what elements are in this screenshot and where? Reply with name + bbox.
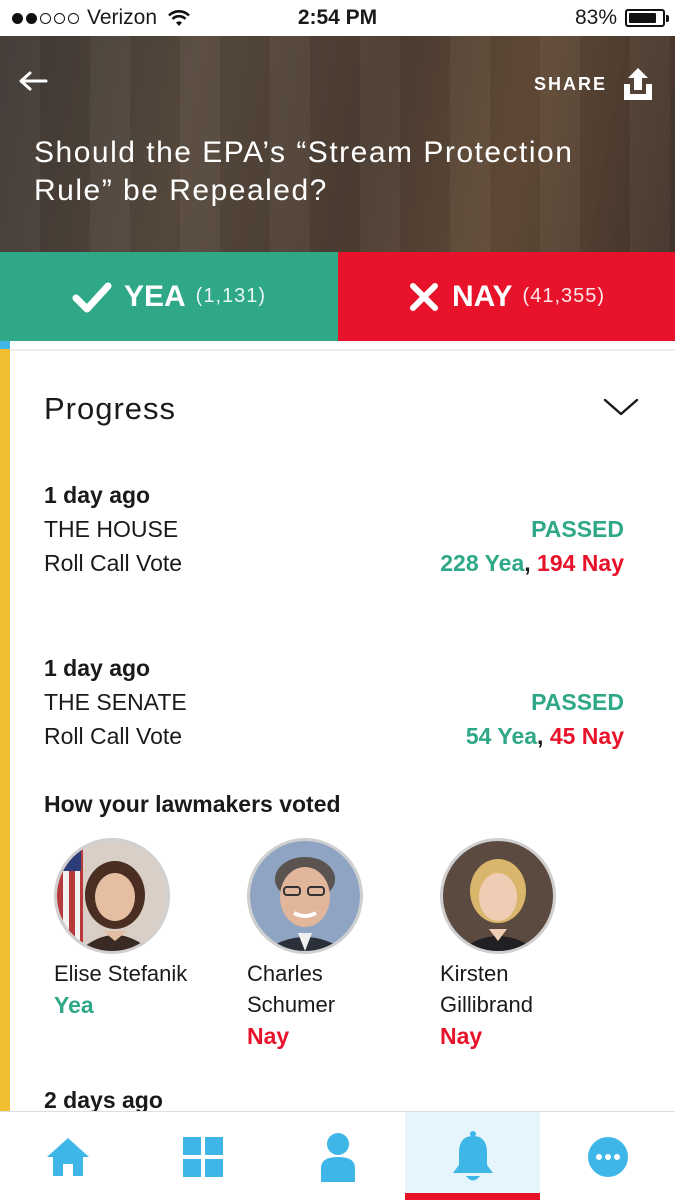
event-vote-tally[interactable]: 54 Yea, 45 Nay <box>466 723 624 750</box>
lawmaker-card[interactable]: Elise Stefanik Yea <box>54 838 234 1021</box>
progress-section: Progress 1 day ago THE HOUSE PASSED Roll… <box>0 341 675 1111</box>
lawmaker-vote: Nay <box>440 1023 483 1049</box>
event-status: PASSED <box>531 688 624 715</box>
tally-nay: 45 Nay <box>549 722 624 749</box>
avatar <box>54 838 170 954</box>
avatar <box>440 838 556 954</box>
share-upload-icon <box>624 68 652 100</box>
avatar <box>247 838 363 954</box>
vote-bar: YEA (1,131) NAY (41,355) <box>0 252 675 341</box>
tab-more[interactable] <box>540 1112 675 1200</box>
nay-count: (41,355) <box>522 285 606 307</box>
battery-percent: 83% <box>574 6 617 29</box>
lawmaker-card[interactable]: Kirsten Gillibrand Nay <box>440 838 620 1052</box>
bottom-tab-bar <box>0 1111 675 1200</box>
collapse-toggle[interactable] <box>603 397 639 422</box>
lawmaker-last-name: Gillibrand <box>440 992 533 1017</box>
tab-notifications[interactable] <box>405 1112 540 1200</box>
chevron-down-icon <box>603 398 639 416</box>
yea-count: (1,131) <box>195 285 267 307</box>
lawmaker-name: Charles Schumer <box>247 958 427 1020</box>
bill-header: SHARE Should the EPA’s “Stream Protectio… <box>0 36 675 252</box>
lawmaker-vote: Nay <box>247 1023 290 1049</box>
home-icon <box>46 1137 89 1176</box>
event-status: PASSED <box>531 515 624 542</box>
tally-yea: 228 Yea <box>440 549 525 576</box>
tab-browse[interactable] <box>135 1112 270 1200</box>
checkmark-icon <box>72 282 112 312</box>
vote-yea-button[interactable]: YEA (1,131) <box>0 252 338 341</box>
share-button[interactable]: SHARE <box>534 66 655 102</box>
more-icon <box>587 1136 628 1177</box>
lawmaker-first-name: Kirsten <box>440 961 509 986</box>
tab-profile[interactable] <box>270 1112 405 1200</box>
event-time: 1 day ago <box>44 654 151 681</box>
event-time: 2 days ago <box>44 1087 163 1111</box>
lawmaker-last-name: Schumer <box>247 992 336 1017</box>
progress-event-house: 1 day ago THE HOUSE PASSED Roll Call Vot… <box>44 478 624 580</box>
bill-title: Should the EPA’s “Stream Protection Rule… <box>34 136 574 207</box>
tally-nay: 194 Nay <box>537 549 624 576</box>
back-arrow-icon <box>19 71 48 91</box>
divider <box>10 349 675 351</box>
progress-event-senate: 1 day ago THE SENATE PASSED Roll Call Vo… <box>44 651 624 753</box>
person-icon <box>320 1132 355 1182</box>
grid-icon <box>182 1136 223 1177</box>
nay-label: NAY <box>451 279 513 313</box>
status-bar: Verizon 2:54 PM 83% <box>0 0 675 36</box>
lawmaker-name: Kirsten Gillibrand <box>440 958 620 1020</box>
event-vote-tally[interactable]: 228 Yea, 194 Nay <box>440 550 624 577</box>
lawmaker-first-name: Charles <box>247 961 323 986</box>
yea-label: YEA <box>123 279 186 313</box>
bell-icon <box>452 1130 493 1180</box>
event-chamber: THE SENATE <box>44 688 187 715</box>
status-right: 83% <box>574 6 669 30</box>
vote-nay-button[interactable]: NAY (41,355) <box>338 252 675 341</box>
x-icon <box>409 282 438 311</box>
lawmaker-card[interactable]: Charles Schumer Nay <box>247 838 427 1052</box>
accent-bar-blue <box>0 341 10 349</box>
event-time: 1 day ago <box>44 481 151 508</box>
tab-home[interactable] <box>0 1112 135 1200</box>
lawmaker-name: Elise Stefanik <box>54 961 188 986</box>
event-vote-type: Roll Call Vote <box>44 549 183 576</box>
event-vote-type: Roll Call Vote <box>44 722 183 749</box>
progress-title: Progress <box>44 391 177 426</box>
status-time: 2:54 PM <box>297 6 378 29</box>
lawmaker-vote: Yea <box>54 992 94 1018</box>
share-label: SHARE <box>533 73 607 94</box>
back-button[interactable] <box>18 64 48 98</box>
tally-yea: 54 Yea <box>465 722 538 749</box>
battery-icon <box>625 9 669 27</box>
lawmakers-heading: How your lawmakers voted <box>44 791 341 817</box>
lawmakers-list: Elise Stefanik Yea Charles Schumer Nay K… <box>54 838 654 1058</box>
event-chamber: THE HOUSE <box>44 515 179 542</box>
accent-bar-yellow <box>0 349 10 1111</box>
